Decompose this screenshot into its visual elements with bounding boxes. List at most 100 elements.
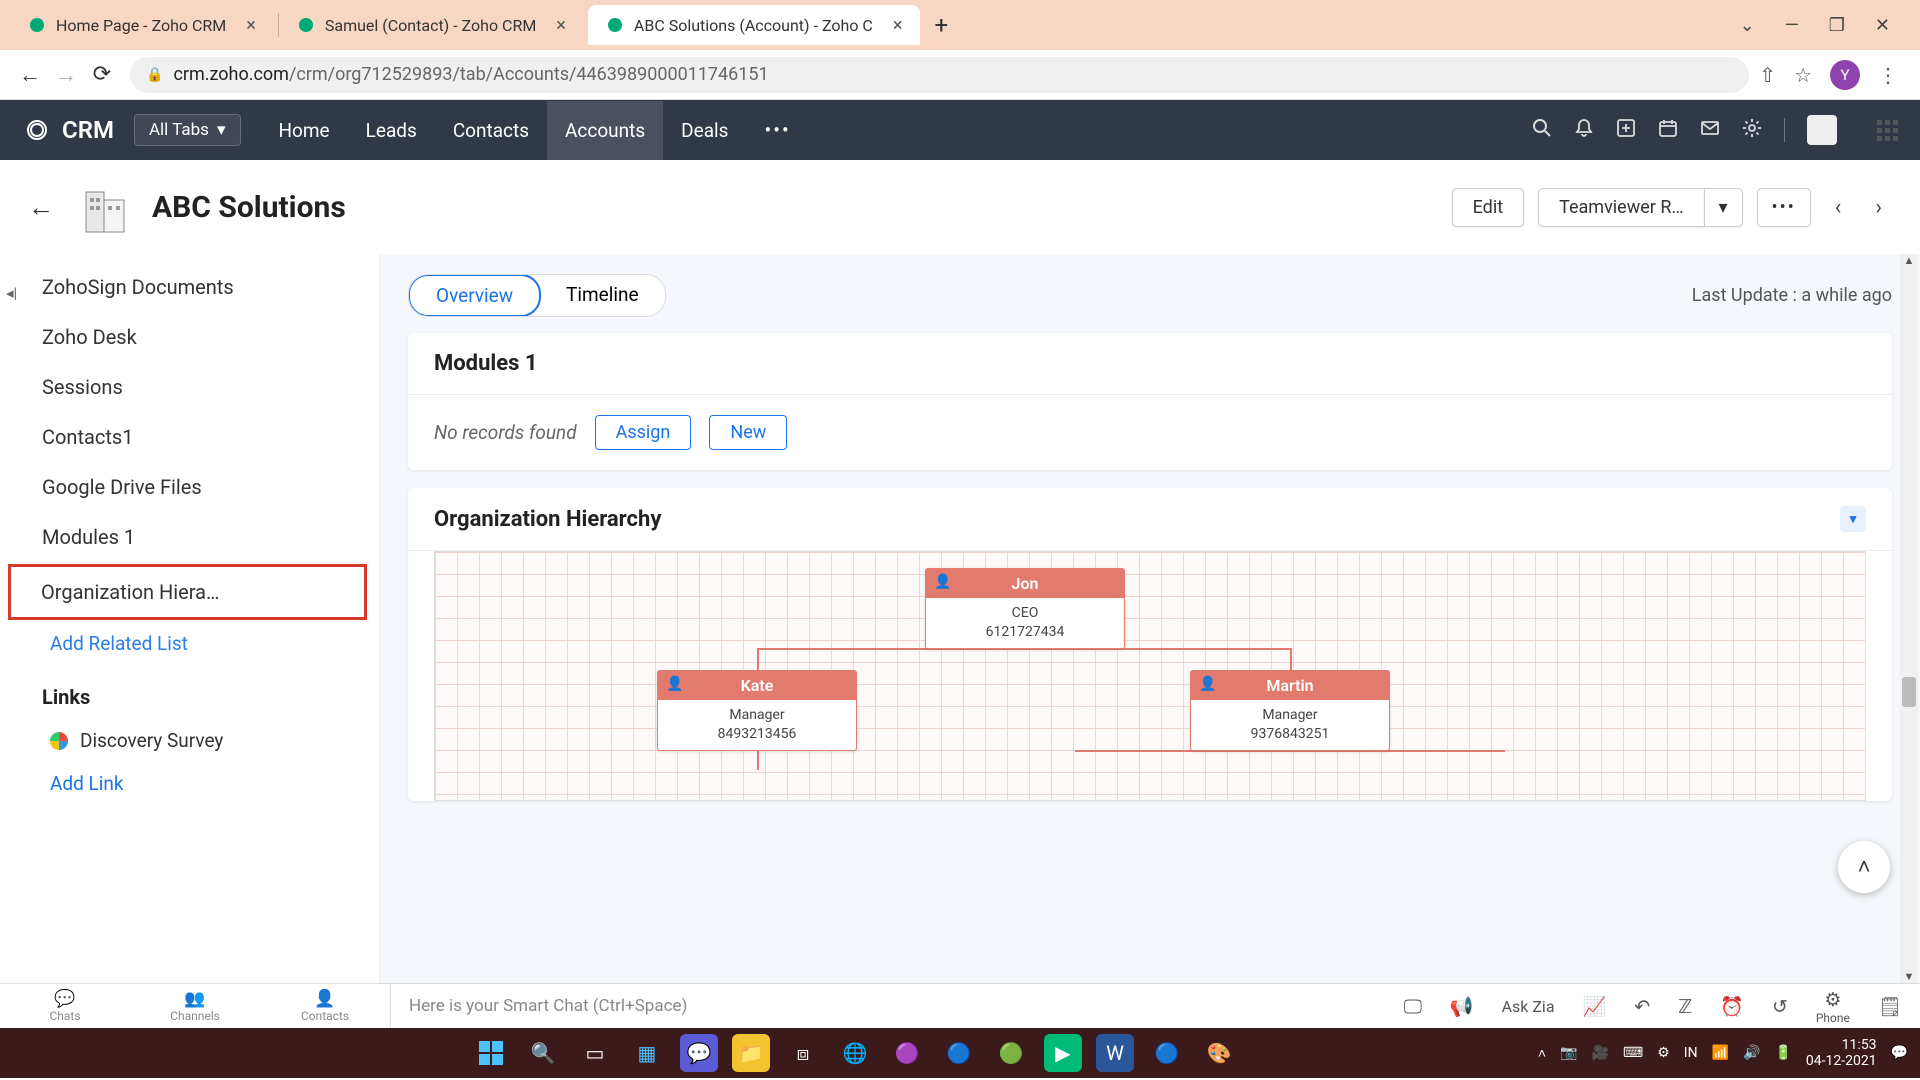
browser-tab-active[interactable]: ABC Solutions (Account) - Zoho C × [588,5,921,45]
new-button[interactable]: New [709,415,787,450]
phone-widget[interactable]: ⚙Phone [1816,988,1850,1025]
search-icon[interactable] [1532,118,1552,143]
sidebar-item-modules1[interactable]: Modules 1 [0,512,379,562]
org-node-martin[interactable]: 👤Martin Manager9376843251 [1190,670,1390,751]
edit-button[interactable]: Edit [1452,188,1524,227]
tray-battery-icon[interactable]: 🔋 [1774,1045,1791,1061]
tray-wifi-icon[interactable]: 📶 [1712,1045,1729,1061]
taskbar-clock[interactable]: 11:53 04-12-2021 [1806,1037,1877,1069]
sidebar-item-contacts1[interactable]: Contacts1 [0,412,379,462]
history-icon[interactable]: ↺ [1772,995,1788,1018]
paint-icon[interactable]: 🎨 [1200,1034,1238,1072]
bookmark-icon[interactable]: ☆ [1794,63,1812,87]
tray-keyboard-icon[interactable]: ⌨ [1623,1045,1643,1061]
minimize-icon[interactable]: ― [1785,15,1799,36]
browser-tab[interactable]: Samuel (Contact) - Zoho CRM × [279,5,584,45]
app-icon-3[interactable]: 🟢 [992,1034,1030,1072]
vertical-scrollbar[interactable]: ▲ ▼ [1900,254,1918,983]
back-button[interactable]: ← [12,57,48,93]
add-link[interactable]: Add Link [0,762,379,805]
collapse-sidebar-icon[interactable]: ◂| [6,284,17,302]
sidebar-item-org-hierarchy[interactable]: Organization Hiera… [8,564,367,620]
org-card-toggle[interactable]: ▾ [1840,506,1866,532]
search-taskbar-icon[interactable]: 🔍 [524,1034,562,1072]
tray-chevron-icon[interactable]: ˄ [1538,1045,1546,1062]
apps-grid-icon[interactable] [1877,120,1898,141]
share-icon[interactable]: ⇧ [1759,63,1776,87]
tray-volume-icon[interactable]: 🔊 [1743,1045,1760,1061]
zia-chart-icon[interactable]: 📈 [1583,995,1607,1018]
mail-icon[interactable] [1700,118,1720,143]
plus-box-icon[interactable] [1616,118,1636,143]
chat-app-icon[interactable]: 💬 [680,1034,718,1072]
start-button[interactable] [472,1034,510,1072]
add-related-list-link[interactable]: Add Related List [0,622,379,665]
bell-icon[interactable] [1574,118,1594,143]
tray-video-icon[interactable]: 🎥 [1592,1045,1609,1061]
teamviewer-caret[interactable]: ▾ [1704,188,1743,227]
nav-more-icon[interactable]: ••• [746,118,808,142]
assign-button[interactable]: Assign [595,415,692,450]
nav-home[interactable]: Home [261,101,348,160]
contacts-tab[interactable]: 👤Contacts [260,989,390,1023]
scroll-up-arrow[interactable]: ▲ [1900,254,1918,267]
profile-avatar[interactable]: Y [1830,60,1860,90]
tray-notifications-icon[interactable]: 💬 [1891,1045,1908,1061]
megaphone-icon[interactable]: 📢 [1450,995,1474,1018]
dropbox-icon[interactable]: ⧈ [784,1034,822,1072]
sidebar-item-zohodesk[interactable]: Zoho Desk [0,312,379,362]
browser-menu-icon[interactable]: ⋮ [1878,63,1898,87]
org-node-kate[interactable]: 👤Kate Manager8493213456 [657,670,857,751]
sidebar-item-zohosign[interactable]: ZohoSign Documents [0,262,379,312]
more-actions-button[interactable]: ••• [1757,188,1811,227]
tray-camera-icon[interactable]: 📷 [1560,1045,1577,1061]
scroll-down-arrow[interactable]: ▼ [1900,970,1918,983]
all-tabs-dropdown[interactable]: All Tabs ▾ [134,114,241,146]
prev-record[interactable]: ‹ [1825,195,1852,220]
close-icon[interactable]: × [893,15,903,36]
tray-lang[interactable]: IN [1684,1045,1698,1061]
channels-tab[interactable]: 👥Channels [130,989,260,1023]
crm-logo[interactable]: CRM [22,115,114,145]
next-record[interactable]: › [1865,195,1892,220]
clock-icon[interactable]: ⏰ [1720,995,1744,1018]
chats-tab[interactable]: 💬Chats [0,989,130,1023]
widgets-icon[interactable]: ▦ [628,1034,666,1072]
sidebar-item-sessions[interactable]: Sessions [0,362,379,412]
ask-zia-button[interactable]: Ask Zia [1502,997,1555,1016]
app-icon-4[interactable]: 🔵 [1148,1034,1186,1072]
scroll-to-top-button[interactable]: ˄ [1838,841,1890,893]
sticky-note-icon[interactable]: 🗒 [1878,995,1902,1018]
org-chart-canvas[interactable]: 👤Jon CEO6121727434 👤Kate Manager84932134… [434,551,1866,801]
forward-button[interactable]: → [48,57,84,93]
browser-tab[interactable]: Home Page - Zoho CRM × [10,5,274,45]
smart-chat-input[interactable]: Here is your Smart Chat (Ctrl+Space) [390,984,930,1028]
app-icon-2[interactable]: 🔵 [940,1034,978,1072]
new-tab-button[interactable]: + [934,11,948,39]
screen-icon[interactable]: 🖵 [1404,995,1422,1018]
tab-dropdown-icon[interactable]: ⌄ [1740,15,1755,36]
explorer-icon[interactable]: 📁 [732,1034,770,1072]
sidebar-item-gdrive[interactable]: Google Drive Files [0,462,379,512]
nav-contacts[interactable]: Contacts [435,101,547,160]
taskview-icon[interactable]: ▭ [576,1034,614,1072]
back-arrow[interactable]: ← [28,192,54,223]
close-icon[interactable]: × [246,15,256,36]
org-node-jon[interactable]: 👤Jon CEO6121727434 [925,568,1125,649]
timeline-tab[interactable]: Timeline [540,275,665,316]
chrome-icon[interactable]: 🌐 [836,1034,874,1072]
reload-button[interactable]: ⟳ [84,57,120,93]
maximize-icon[interactable]: ❐ [1829,15,1845,36]
close-window-icon[interactable]: ✕ [1875,15,1890,36]
scroll-thumb[interactable] [1902,677,1916,707]
word-icon[interactable]: W [1096,1034,1134,1072]
overview-tab[interactable]: Overview [408,274,541,317]
movies-icon[interactable]: ▶ [1044,1034,1082,1072]
app-icon-1[interactable]: 🟣 [888,1034,926,1072]
discovery-survey-link[interactable]: Discovery Survey [0,719,379,762]
close-icon[interactable]: × [556,15,566,36]
user-avatar[interactable] [1807,115,1837,145]
url-bar[interactable]: 🔒 crm.zoho.com/crm/org712529893/tab/Acco… [130,57,1749,93]
za-icon[interactable]: ℤ [1678,995,1692,1018]
tray-settings-icon[interactable]: ⚙ [1657,1045,1670,1061]
